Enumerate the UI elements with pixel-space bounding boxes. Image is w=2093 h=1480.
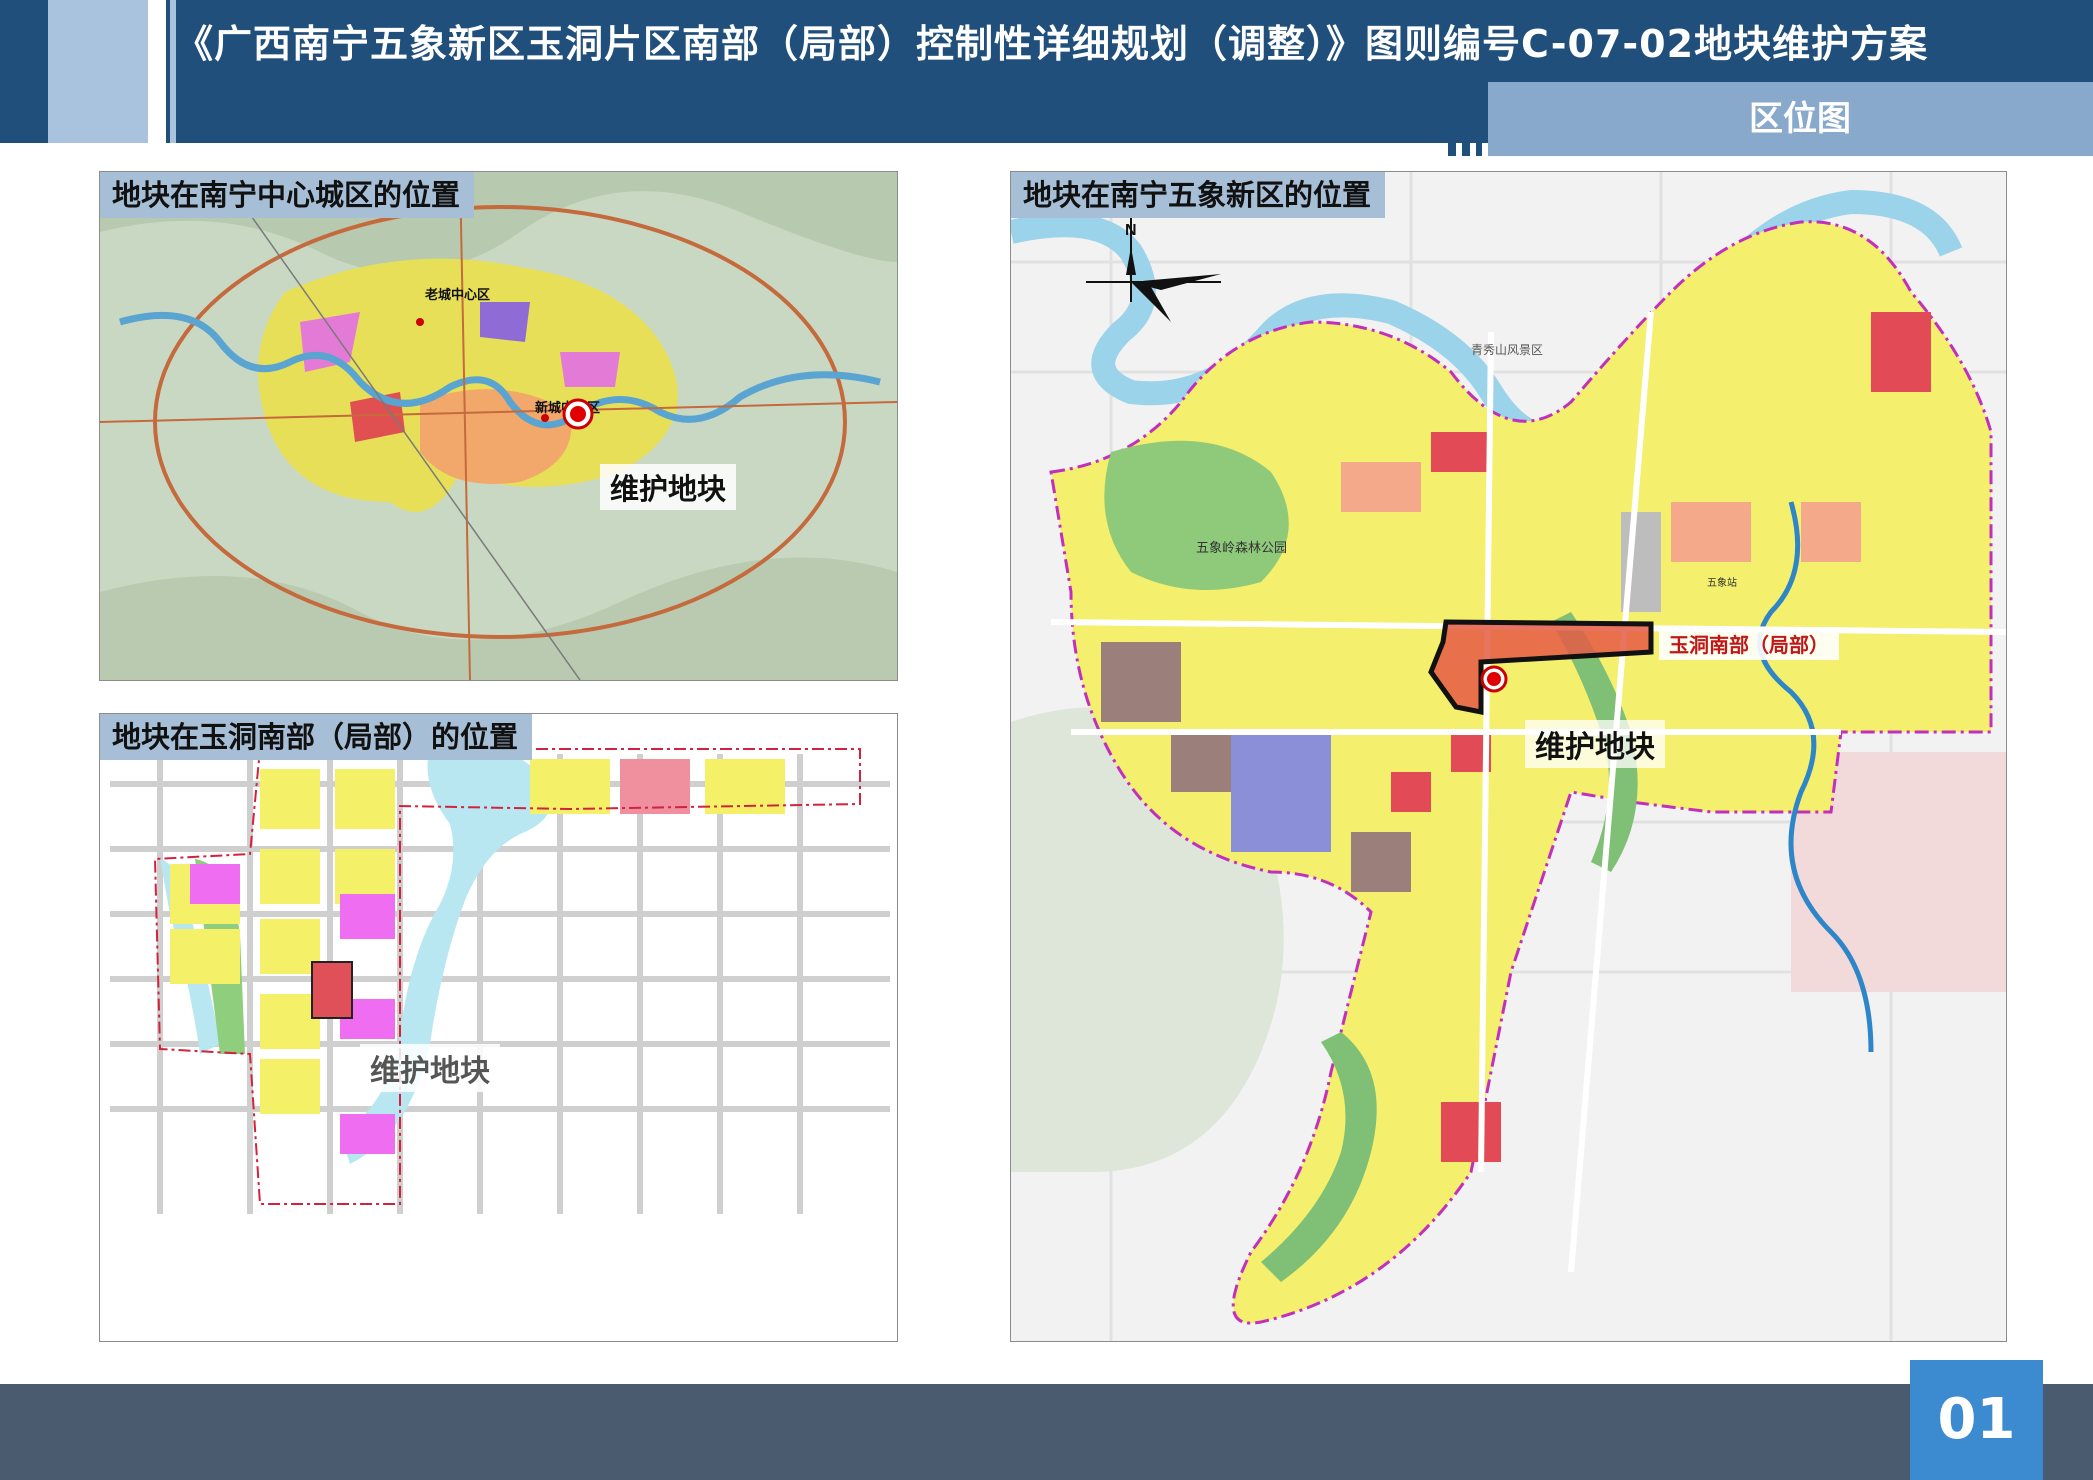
label-old-center: 老城中心区 — [424, 287, 490, 302]
page-number: 01 — [1910, 1360, 2043, 1480]
subtitle-bar-3 — [1476, 82, 1482, 156]
new-center-dot — [541, 414, 549, 422]
callout-district: 维护地块 — [1525, 720, 1665, 768]
local-location-map: 地块在玉洞南部（局部）的位置 维护地块 — [99, 713, 898, 1342]
subtitle-bar-2 — [1462, 82, 1470, 156]
local-map-graphic — [100, 714, 897, 1341]
city-map-label: 地块在南宁中心城区的位置 — [100, 172, 475, 218]
header-stripe-light — [48, 0, 148, 143]
district-map-label: 地块在南宁五象新区的位置 — [1011, 172, 1386, 218]
target-parcel-local — [311, 961, 353, 1019]
city-location-map: 老城中心区 新城中心区 地块在南宁中心城区的位置 维护地块 — [99, 171, 898, 681]
city-map-graphic: 老城中心区 新城中心区 — [100, 172, 897, 680]
label-wuxiang-station: 五象站 — [1707, 576, 1737, 589]
district-map-graphic: N 五象岭森林公园 五象站 青秀山风景区 — [1011, 172, 2006, 1341]
old-center-dot — [416, 318, 424, 326]
district-location-map: N 五象岭森林公园 五象站 青秀山风景区 地块在南宁五象新区的位置 玉洞南部（局… — [1010, 171, 2007, 1342]
header-stripe-white — [148, 0, 166, 143]
subtitle-bar-1 — [1448, 82, 1456, 156]
label-qingxiu: 青秀山风景区 — [1471, 343, 1543, 357]
page-subtitle: 区位图 — [1749, 99, 1851, 139]
callout-local: 维护地块 — [360, 1044, 500, 1092]
page-title: 《广西南宁五象新区玉洞片区南部（局部）控制性详细规划（调整）》图则编号C-07-… — [175, 22, 1929, 66]
area-label-yudong: 玉洞南部（局部） — [1659, 627, 1839, 660]
footer-band — [0, 1384, 2093, 1480]
label-forest-park: 五象岭森林公园 — [1196, 540, 1287, 555]
callout-city: 维护地块 — [600, 464, 737, 510]
north-label: N — [1125, 222, 1137, 239]
local-map-label: 地块在玉洞南部（局部）的位置 — [100, 714, 533, 760]
